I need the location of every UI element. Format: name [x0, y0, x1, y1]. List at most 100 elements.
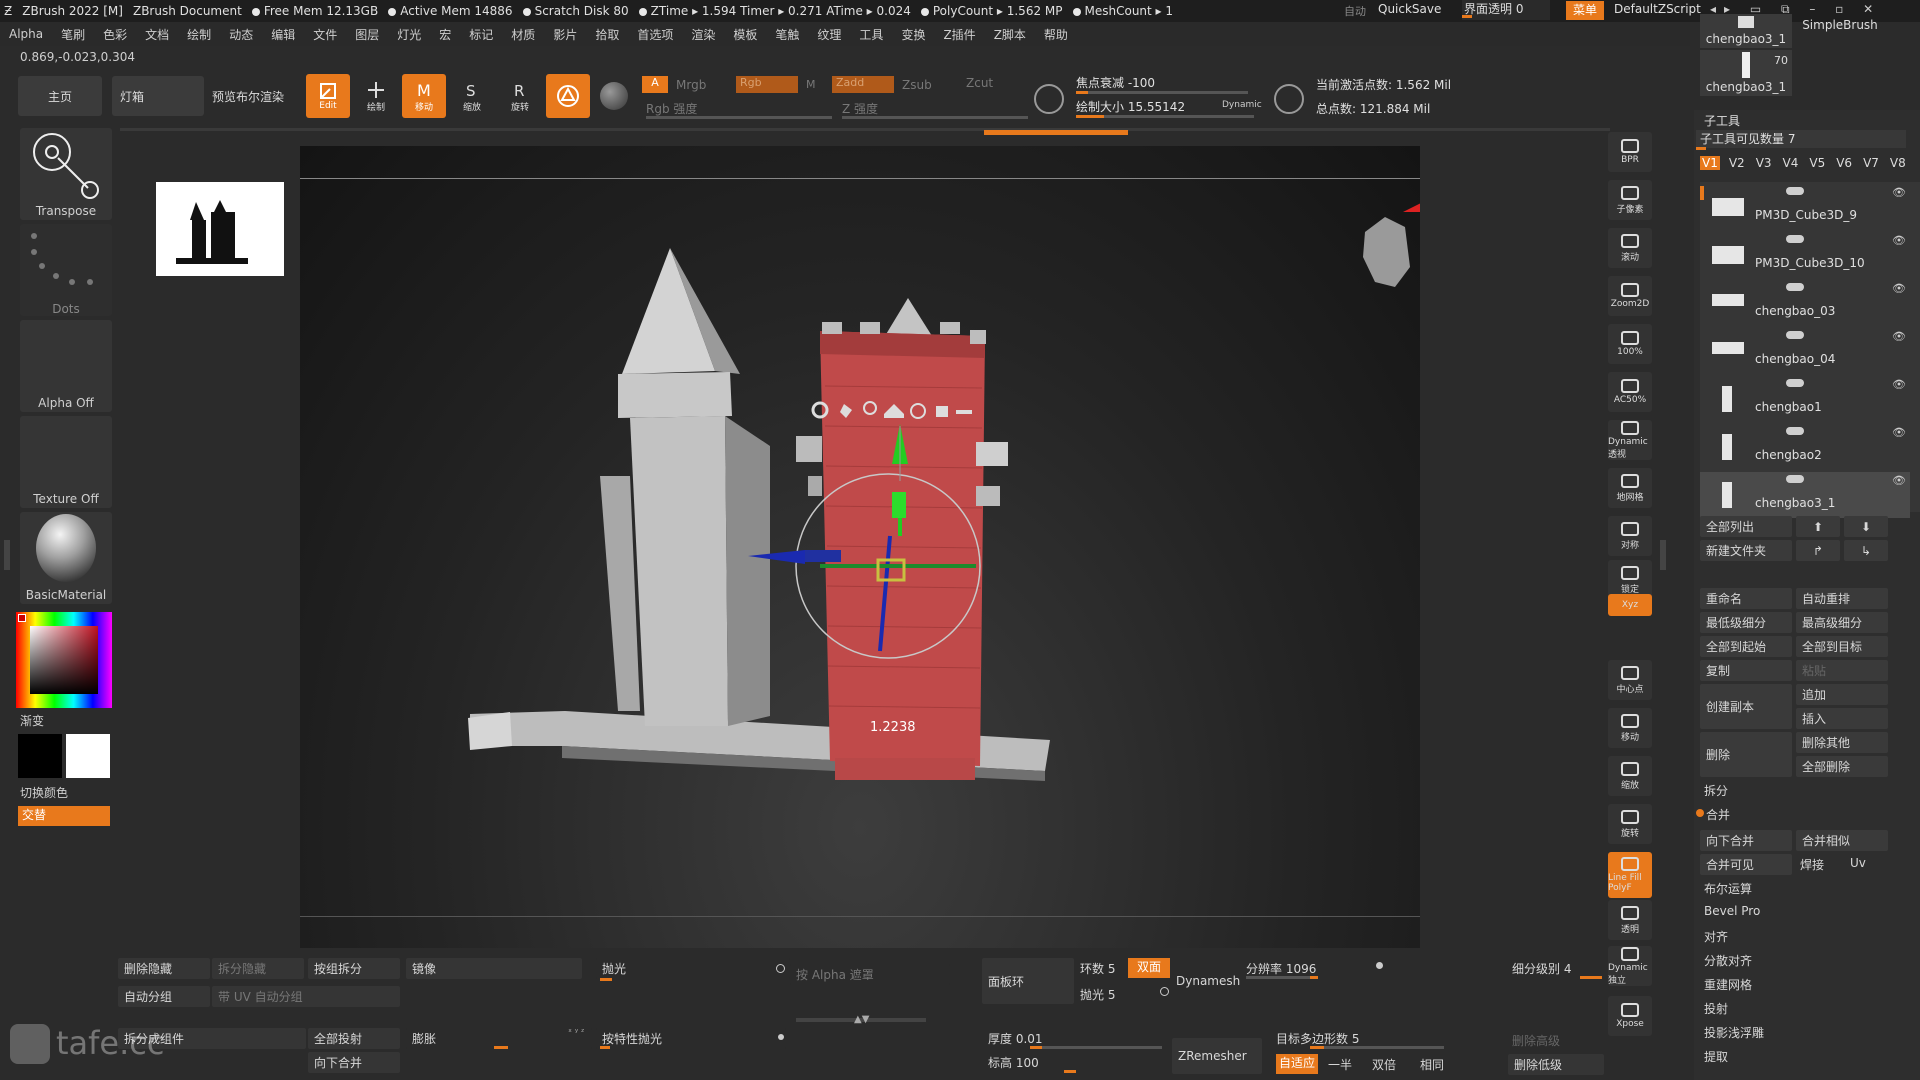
move-down-icon[interactable]: ⬇	[1844, 516, 1888, 537]
gizmo-z-handle[interactable]	[805, 550, 841, 562]
auto-reorder-button[interactable]: 自动重排	[1796, 588, 1888, 609]
merge-similar-button[interactable]: 合并相似	[1796, 830, 1888, 851]
secondary-color-swatch[interactable]	[18, 734, 62, 778]
panel-loops-button[interactable]: 面板环	[982, 958, 1074, 1004]
simplebrush-slot[interactable]: SimpleBrush	[1800, 18, 1880, 32]
subtool-item[interactable]: 👁 chengbao3_1	[1700, 472, 1910, 518]
highest-subdiv-button[interactable]: 最高级细分	[1796, 612, 1888, 633]
subtool-item[interactable]: 👁 PM3D_Cube3D_9	[1700, 184, 1910, 230]
polish-slider[interactable]: 抛光	[596, 958, 790, 979]
material-sphere-icon[interactable]	[600, 82, 628, 110]
uv-groups-button[interactable]: 带 UV 自动分组	[212, 986, 400, 1007]
menu-item[interactable]: 帮助	[1035, 26, 1077, 43]
double-poly-toggle[interactable]: 双倍	[1372, 1056, 1396, 1073]
m-toggle[interactable]: M	[806, 78, 816, 91]
rgb-intensity-track[interactable]	[646, 116, 832, 119]
view-control-0[interactable]: BPR	[1608, 132, 1652, 172]
zcut-toggle[interactable]: Zcut	[966, 76, 993, 90]
subtool-item[interactable]: 👁 chengbao_03	[1700, 280, 1910, 326]
merge-visible-button[interactable]: 合并可见	[1700, 854, 1792, 875]
adapt-toggle[interactable]: 自适应	[1276, 1054, 1318, 1074]
menu-item[interactable]: 标记	[460, 26, 502, 43]
version-tab-v4[interactable]: V4	[1781, 156, 1801, 170]
append-button[interactable]: 追加	[1796, 684, 1888, 705]
navigation-head-widget[interactable]	[1335, 172, 1420, 292]
menu-item[interactable]: 材质	[502, 26, 544, 43]
version-tab-v8[interactable]: V8	[1888, 156, 1908, 170]
menu-item[interactable]: 宏	[430, 26, 460, 43]
paste-button[interactable]: 粘贴	[1796, 660, 1888, 681]
distribute-section[interactable]: 分散对齐	[1704, 952, 1752, 969]
ui-opacity-slider[interactable]: 界面透明 0	[1462, 0, 1550, 20]
menu-item[interactable]: 模板	[724, 26, 766, 43]
xyz-axis-icon[interactable]: ˣ ʸ ᶻ	[568, 1028, 584, 1038]
all-low-button[interactable]: 全部到起始	[1700, 636, 1792, 657]
home-button[interactable]: 主页	[18, 76, 102, 116]
focal-shift-slider[interactable]: 焦点衰减 -100	[1076, 74, 1155, 91]
arrow-in-icon[interactable]: ↳	[1844, 540, 1888, 561]
subtool-toggle-icon[interactable]	[1786, 427, 1804, 435]
version-tab-v2[interactable]: V2	[1727, 156, 1747, 170]
lightbox-button[interactable]: 灯箱	[112, 76, 204, 116]
menu-item[interactable]: 影片	[544, 26, 586, 43]
transpose-tile[interactable]: Transpose	[20, 128, 112, 220]
version-tab-v6[interactable]: V6	[1834, 156, 1854, 170]
dynamic-size-icon[interactable]	[1274, 84, 1304, 114]
version-tab-v3[interactable]: V3	[1754, 156, 1774, 170]
subtool-item[interactable]: 👁 PM3D_Cube3D_10	[1700, 232, 1910, 278]
rotate-button[interactable]: R 旋转	[498, 74, 542, 118]
visibility-eye-icon[interactable]: 👁	[1892, 282, 1906, 295]
arrow-out-icon[interactable]: ↱	[1796, 540, 1840, 561]
mirror-button[interactable]: 镜像	[406, 958, 582, 979]
alpha-tile[interactable]: Alpha Off	[20, 320, 112, 412]
view-control-16[interactable]: 透明	[1608, 900, 1652, 940]
subtool-toggle-icon[interactable]	[1786, 331, 1804, 339]
view-control-3[interactable]: Zoom2D	[1608, 276, 1652, 316]
weld-toggle[interactable]: 焊接	[1800, 856, 1824, 873]
focal-shift-icon[interactable]	[1034, 84, 1064, 114]
menu-item[interactable]: 图层	[346, 26, 388, 43]
subtool-item[interactable]: 👁 chengbao_04	[1700, 328, 1910, 374]
version-tab-v7[interactable]: V7	[1861, 156, 1881, 170]
zsub-toggle[interactable]: Zsub	[902, 78, 932, 92]
delete-lower-button[interactable]: 删除低级	[1508, 1054, 1604, 1075]
merge-down-button[interactable]: 向下合并	[1700, 830, 1792, 851]
resolution-slider[interactable]: 分辨率 1096	[1246, 960, 1316, 977]
gizmo-line-icon[interactable]	[956, 410, 972, 414]
view-control-7[interactable]: 地网格	[1608, 468, 1652, 508]
quicksave-button[interactable]: QuickSave	[1378, 2, 1441, 16]
delete-button[interactable]: 删除	[1700, 732, 1792, 777]
delete-other-button[interactable]: 删除其他	[1796, 732, 1888, 753]
left-collapse-handle[interactable]	[4, 540, 10, 570]
z-intensity-slider[interactable]: Z 强度	[842, 100, 878, 117]
delete-higher-button[interactable]: 删除高级	[1512, 1032, 1560, 1049]
uv-toggle[interactable]: Uv	[1850, 856, 1866, 870]
menu-item[interactable]: Alpha	[0, 27, 52, 41]
alpha-mask-toggle[interactable]: 按 Alpha 遮罩	[790, 964, 950, 985]
menu-item[interactable]: 动态	[220, 26, 262, 43]
menu-item[interactable]: Z脚本	[985, 26, 1035, 43]
polish-radio[interactable]	[776, 964, 785, 973]
color-square[interactable]	[30, 626, 98, 694]
navigator-thumbnail[interactable]	[156, 182, 284, 276]
menu-item[interactable]: Z插件	[934, 26, 984, 43]
polish-amount-radio[interactable]	[1160, 987, 1169, 996]
menu-item[interactable]: 色彩	[94, 26, 136, 43]
extract-shallow-section[interactable]: 投影浅浮雕	[1704, 1024, 1764, 1041]
delete-all-button[interactable]: 全部删除	[1796, 756, 1888, 777]
color-picker[interactable]	[16, 612, 112, 708]
groups-split-button[interactable]: 按组拆分	[308, 958, 400, 979]
version-tab-v1[interactable]: V1	[1700, 156, 1720, 170]
script-label[interactable]: DefaultZScript	[1614, 2, 1701, 16]
dynamic-toggle[interactable]: Dynamic	[1222, 100, 1262, 110]
view-control-5[interactable]: AC50%	[1608, 372, 1652, 412]
dynamesh-button[interactable]: Dynamesh	[1176, 974, 1240, 988]
bevel-pro-section[interactable]: Bevel Pro	[1704, 904, 1760, 918]
delete-hidden-button[interactable]: 删除隐藏	[118, 958, 210, 979]
target-poly-slider[interactable]: 目标多边形数 5	[1276, 1030, 1359, 1047]
edit-button[interactable]: Edit	[306, 74, 350, 118]
elevation-slider[interactable]: 标高 100	[988, 1054, 1039, 1071]
gizmo-lock-icon[interactable]	[936, 406, 948, 417]
menu-item[interactable]: 灯光	[388, 26, 430, 43]
texture-tile[interactable]: Texture Off	[20, 416, 112, 508]
